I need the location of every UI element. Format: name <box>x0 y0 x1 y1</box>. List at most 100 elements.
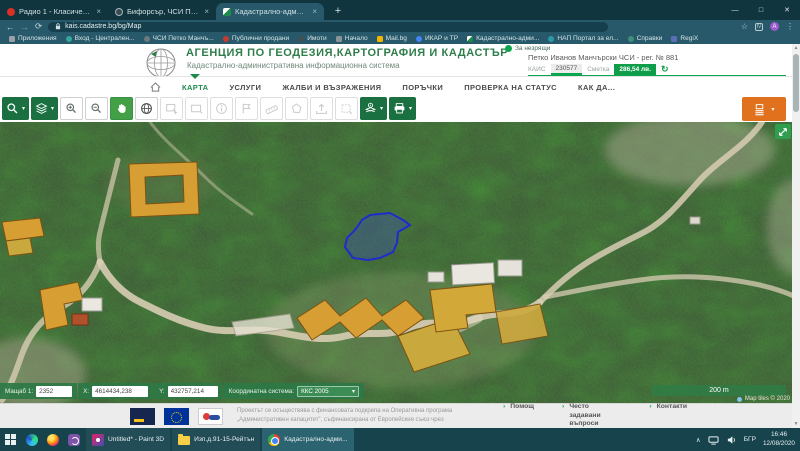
pan-button[interactable] <box>110 97 133 120</box>
home-icon[interactable] <box>150 82 161 92</box>
firefox-taskbar-button[interactable] <box>42 428 63 451</box>
chevron-right-icon: › <box>562 403 564 429</box>
scroll-up-arrow[interactable]: ▲ <box>792 45 800 51</box>
accessibility-link[interactable]: За незрящи <box>505 45 550 52</box>
speaker-icon[interactable] <box>726 435 737 445</box>
bookmark-item[interactable]: ИКАР и ТР <box>416 35 458 42</box>
chevron-down-icon: ▾ <box>409 105 412 112</box>
browser-menu-icon[interactable]: ⋮ <box>786 22 794 31</box>
legend-dropdown-button[interactable]: ▾ <box>360 97 387 120</box>
taskbar-clock[interactable]: 16:46 12/08/2020 <box>763 431 795 448</box>
refresh-balance-icon[interactable]: ↻ <box>661 64 669 75</box>
ruler-icon <box>265 102 278 115</box>
window-minimize-button[interactable]: — <box>722 0 748 20</box>
agency-globe-logo <box>141 46 181 80</box>
select-extent-button[interactable] <box>160 97 183 120</box>
profile-avatar[interactable]: A <box>770 22 779 31</box>
tab-porachki[interactable]: ПОРЪЧКИ <box>402 83 443 92</box>
tab-uslugi[interactable]: УСЛУГИ <box>229 83 261 92</box>
browser-tab-biforcer[interactable]: Бифорсър, ЧСИ Петко Манчър... × <box>108 3 216 20</box>
print-dropdown-button[interactable]: ▾ <box>389 97 416 120</box>
x-coordinate-input[interactable] <box>92 386 148 397</box>
upload-button[interactable] <box>310 97 333 120</box>
url-bar[interactable]: kais.cadastre.bg/bg/Map <box>48 22 608 32</box>
start-button[interactable] <box>0 428 21 451</box>
new-tab-button[interactable]: + <box>330 3 346 19</box>
bookmark-star-icon[interactable]: ☆ <box>741 22 748 31</box>
measure-distance-button[interactable] <box>260 97 283 120</box>
tab-kak-da[interactable]: КАК ДА... <box>578 83 615 92</box>
tab-title: Кадастрално-административн... <box>235 7 306 16</box>
select-rectangle-button[interactable] <box>185 97 208 120</box>
window-close-button[interactable]: ✕ <box>774 0 800 20</box>
kais-favicon-icon <box>223 8 231 16</box>
y-coordinate-input[interactable] <box>168 386 218 397</box>
lock-icon <box>55 23 61 30</box>
tab-close-icon[interactable]: × <box>204 7 209 16</box>
legend-info-icon <box>364 102 377 115</box>
scroll-down-arrow[interactable]: ▼ <box>792 421 800 427</box>
page-title: АГЕНЦИЯ ПО ГЕОДЕЗИЯ,КАРТОГРАФИЯ И КАДАСТ… <box>186 47 508 59</box>
bookmark-item[interactable]: Кадастрално-адми... <box>467 35 539 42</box>
bookmark-item[interactable]: Приложения <box>9 35 57 42</box>
tab-close-icon[interactable]: × <box>96 7 101 16</box>
edge-taskbar-button[interactable] <box>21 428 42 451</box>
accessibility-icon <box>505 45 512 52</box>
folder-icon <box>178 436 190 445</box>
back-button[interactable]: ← <box>6 22 15 32</box>
bookmark-item[interactable]: Публични продани <box>223 35 289 42</box>
upload-icon <box>315 102 328 115</box>
forward-button[interactable]: → <box>21 22 30 32</box>
chrome-taskbar-button[interactable]: Кадастрално-адми... <box>262 428 353 451</box>
fullscreen-button[interactable] <box>775 124 791 139</box>
bookmark-item[interactable]: НАП Портал за ел... <box>548 35 618 42</box>
globe-button[interactable] <box>135 97 158 120</box>
faq-link[interactable]: ›Често задавани въпроси <box>562 403 621 429</box>
zoom-in-button[interactable] <box>60 97 83 120</box>
measure-area-button[interactable] <box>285 97 308 120</box>
map-canvas[interactable] <box>0 122 800 403</box>
browser-tab-radio[interactable]: Радио 1 - Класическите хит... × <box>0 3 108 20</box>
tab-close-icon[interactable]: × <box>312 7 317 16</box>
bookmark-item[interactable]: Mail.bg <box>377 35 407 42</box>
bookmark-item[interactable]: RegiX <box>671 35 698 42</box>
scale-input[interactable] <box>36 386 72 397</box>
globe-favicon-icon <box>66 36 72 42</box>
tab-zhalbi[interactable]: ЖАЛБИ И ВЪЗРАЖЕНИЯ <box>282 83 381 92</box>
viber-taskbar-button[interactable] <box>63 428 84 451</box>
tab-karta[interactable]: КАРТА <box>182 83 208 92</box>
kais-label: КАИС <box>528 66 546 73</box>
info-button[interactable] <box>210 97 233 120</box>
network-icon[interactable] <box>708 435 719 445</box>
chevron-down-icon: ▾ <box>771 106 774 113</box>
page-scrollbar[interactable]: ▲ ▼ <box>792 44 800 428</box>
bookmark-item[interactable]: Начало <box>336 35 368 42</box>
chevron-down-icon: ▾ <box>380 105 383 112</box>
select-region-button[interactable] <box>335 97 358 120</box>
folder-taskbar-button[interactable]: Изп.д.91-15-Рейтън <box>172 428 260 451</box>
bookmark-item[interactable]: Имоти <box>298 35 327 42</box>
contacts-link[interactable]: ›Контакти <box>649 403 687 410</box>
window-maximize-button[interactable]: □ <box>748 0 774 20</box>
browser-tab-kais-active[interactable]: Кадастрално-административн... × <box>216 3 324 20</box>
language-indicator[interactable]: БГР <box>744 436 756 443</box>
account-label: Сметка <box>587 66 609 73</box>
extension-icon[interactable]: IV <box>755 23 763 31</box>
bookmark-item[interactable]: Справки <box>628 35 663 42</box>
account-balance-badge: 286,54 лв. <box>614 64 656 75</box>
tray-expand-icon[interactable]: ∧ <box>696 436 701 444</box>
identify-button[interactable] <box>235 97 258 120</box>
panel-list-button[interactable]: ▾ <box>742 97 786 121</box>
search-dropdown-button[interactable]: ▾ <box>2 97 29 120</box>
help-link[interactable]: ›Помощ <box>503 403 534 410</box>
tab-proverka-status[interactable]: ПРОВЕРКА НА СТАТУС <box>464 83 557 92</box>
bookmark-item[interactable]: Вход - Централен... <box>66 35 135 42</box>
attribution-icon <box>737 397 742 402</box>
reload-button[interactable]: ⟳ <box>35 21 42 32</box>
paint3d-taskbar-button[interactable]: Untitled* - Paint 3D <box>86 428 170 451</box>
layers-dropdown-button[interactable]: ▾ <box>31 97 58 120</box>
zoom-out-button[interactable] <box>85 97 108 120</box>
scrollbar-thumb[interactable] <box>793 54 799 112</box>
crs-select[interactable]: ККС 2005 ▾ <box>297 386 359 397</box>
bookmark-item[interactable]: ЧСИ Петко Манчъ... <box>144 35 214 42</box>
